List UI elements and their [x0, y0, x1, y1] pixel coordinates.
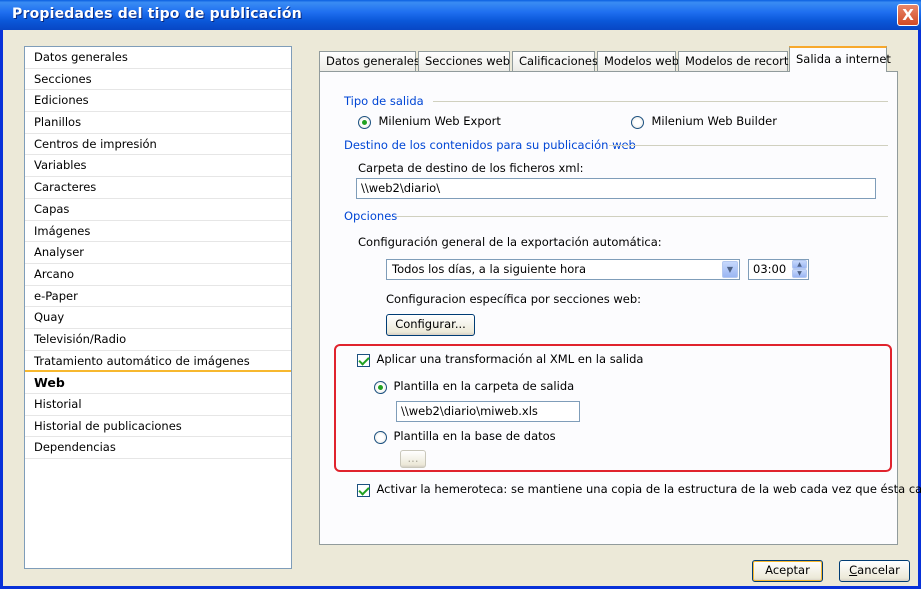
radio-web-builder-label: Milenium Web Builder [651, 114, 777, 128]
sidebar-item-arcano[interactable]: Arcano [25, 264, 291, 286]
archive-checkbox[interactable]: Activar la hemeroteca: se mantiene una c… [357, 482, 921, 497]
radio-web-export-icon[interactable] [358, 115, 371, 129]
sidebar-item-historial[interactable]: Historial [25, 394, 291, 416]
radio-template-output[interactable]: Plantilla en la carpeta de salida [374, 379, 574, 394]
options-divider [396, 216, 888, 217]
cancel-button-label: Cancelar [849, 563, 900, 577]
sidebar-item-televisión-radio[interactable]: Televisión/Radio [25, 329, 291, 351]
per-section-label: Configuracion específica por secciones w… [386, 292, 642, 306]
title-bar[interactable]: Propiedades del tipo de publicación X [0, 0, 921, 30]
tab-calificaciones[interactable]: Calificaciones [512, 51, 598, 71]
sidebar-item-quay[interactable]: Quay [25, 307, 291, 329]
sidebar-item-tratamiento-automático-de-imágenes[interactable]: Tratamiento automático de imágenes [25, 351, 291, 373]
close-icon: X [902, 6, 914, 24]
sidebar-item-imágenes[interactable]: Imágenes [25, 221, 291, 243]
apply-transform-label: Aplicar una transformación al XML en la … [376, 352, 644, 366]
apply-transform-check-icon[interactable] [357, 353, 370, 367]
sidebar-item-planillos[interactable]: Planillos [25, 112, 291, 134]
chevron-down-icon[interactable]: ▼ [722, 261, 738, 278]
sidebar-item-caracteres[interactable]: Caracteres [25, 177, 291, 199]
schedule-select-value: Todos los días, a la siguiente hora [392, 262, 587, 276]
template-path-input[interactable]: \\web2\diario\miweb.xls [396, 401, 580, 422]
schedule-select[interactable]: Todos los días, a la siguiente hora ▼ [386, 259, 740, 280]
spin-down-icon[interactable]: ▼ [792, 269, 807, 278]
sidebar-item-centros-de-impresión[interactable]: Centros de impresión [25, 134, 291, 156]
tab-secciones-web[interactable]: Secciones web [418, 51, 510, 71]
auto-export-label: Configuración general de la exportación … [358, 235, 662, 249]
time-value: 03:00 [753, 262, 787, 276]
output-type-divider [433, 101, 888, 102]
output-type-group-label: Tipo de salida [344, 94, 424, 108]
tab-modelos-web[interactable]: Modelos web [597, 51, 679, 71]
browse-button[interactable]: ... [400, 450, 426, 468]
radio-template-output-icon[interactable] [374, 380, 387, 394]
tab-salida-a-internet[interactable]: Salida a internet [789, 46, 891, 72]
sidebar-item-secciones[interactable]: Secciones [25, 69, 291, 91]
radio-web-builder-icon[interactable] [631, 115, 644, 129]
time-spinner[interactable]: 03:00 ▲ ▼ [748, 259, 809, 280]
radio-template-db[interactable]: Plantilla en la base de datos [374, 429, 556, 444]
archive-label: Activar la hemeroteca: se mantiene una c… [376, 482, 921, 496]
tab-modelos-de-recorte[interactable]: Modelos de recorte [678, 51, 795, 71]
category-list[interactable]: Datos generales Secciones Ediciones Planill… [24, 46, 292, 569]
close-button[interactable]: X [897, 4, 919, 26]
sidebar-item-historial-de-publicaciones[interactable]: Historial de publicaciones [25, 416, 291, 438]
sidebar-item-variables[interactable]: Variables [25, 155, 291, 178]
radio-template-db-label: Plantilla en la base de datos [393, 429, 556, 443]
sidebar-item-datos-generales[interactable]: Datos generales [25, 47, 291, 69]
options-group-label: Opciones [344, 209, 398, 223]
sidebar-item-capas[interactable]: Capas [25, 199, 291, 221]
sidebar-item-dependencias[interactable]: Dependencias [25, 437, 291, 460]
destination-group-label: Destino de los contenidos para su public… [344, 138, 636, 152]
sidebar-item-analyser[interactable]: Analyser [25, 242, 291, 264]
radio-template-db-icon[interactable] [374, 430, 387, 444]
sidebar-item-web[interactable]: Web [25, 372, 291, 394]
folder-input[interactable]: \\web2\diario\ [356, 178, 876, 199]
sidebar-item-e-paper[interactable]: e-Paper [25, 286, 291, 308]
accept-button[interactable]: Aceptar [752, 560, 823, 582]
sidebar-item-ediciones[interactable]: Ediciones [25, 90, 291, 113]
cancel-button[interactable]: Cancelar [839, 560, 910, 582]
radio-template-output-label: Plantilla en la carpeta de salida [393, 379, 575, 393]
radio-web-export-label: Milenium Web Export [378, 114, 501, 128]
dialog-window: Propiedades del tipo de publicación X Da… [0, 0, 921, 589]
radio-web-export[interactable]: Milenium Web Export [358, 114, 501, 129]
tab-datos-generales[interactable]: Datos generales [319, 51, 420, 71]
destination-divider [609, 145, 888, 146]
window-title: Propiedades del tipo de publicación [12, 6, 302, 22]
configure-button[interactable]: Configurar... [386, 314, 475, 336]
archive-check-icon[interactable] [357, 483, 370, 497]
radio-web-builder[interactable]: Milenium Web Builder [631, 114, 777, 129]
spin-up-icon[interactable]: ▲ [792, 260, 807, 269]
apply-transform-checkbox[interactable]: Aplicar una transformación al XML en la … [357, 352, 643, 367]
folder-label: Carpeta de destino de los ficheros xml: [358, 161, 584, 175]
